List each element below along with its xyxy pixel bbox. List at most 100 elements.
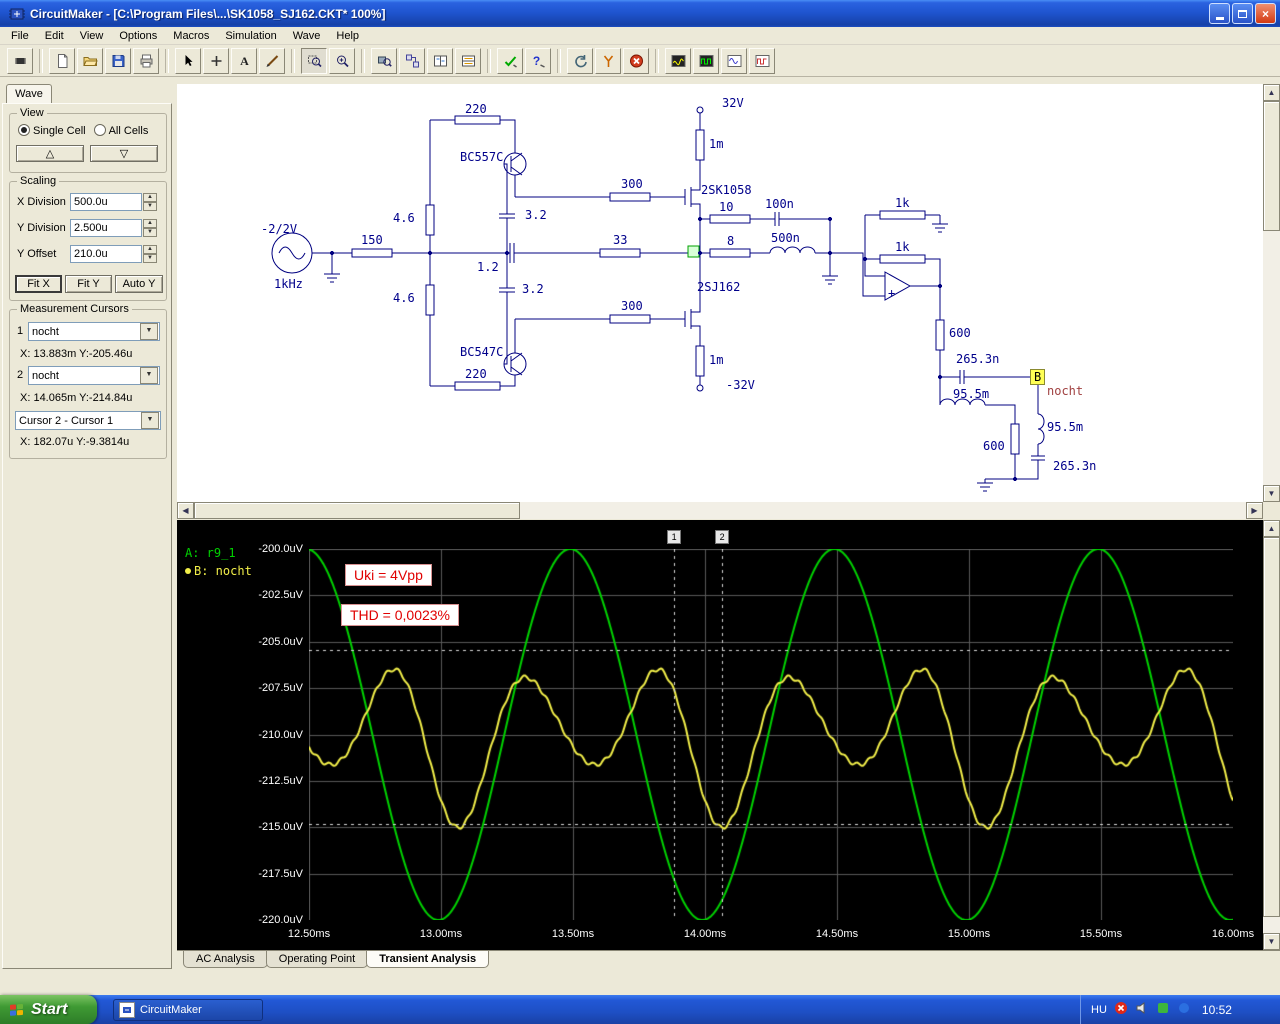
menu-view[interactable]: View	[73, 29, 111, 43]
tab-ac-analysis[interactable]: AC Analysis	[183, 951, 268, 968]
cursor-1-select[interactable]: nocht ▼	[28, 322, 160, 341]
component-label[interactable]: 8	[727, 234, 734, 248]
scroll-trace-down-button[interactable]: ▽	[90, 145, 158, 162]
menu-edit[interactable]: Edit	[38, 29, 71, 43]
spinner-up-button[interactable]: ▲	[143, 193, 157, 202]
component-label[interactable]: BC557C	[460, 150, 503, 164]
probe-b-marker[interactable]: B	[1030, 369, 1046, 385]
probe-y-icon[interactable]	[595, 47, 621, 74]
fit-x-button[interactable]: Fit X	[15, 275, 62, 293]
zoom-window-icon[interactable]	[301, 47, 327, 74]
spinner-up-button[interactable]: ▲	[143, 245, 157, 254]
scroll-left-icon[interactable]: ◀	[177, 502, 194, 519]
close-button[interactable]: ×	[1255, 3, 1276, 24]
scroll-down-icon[interactable]: ▼	[1263, 933, 1280, 950]
waveform-vertical-scrollbar[interactable]: ▲ ▼	[1263, 520, 1280, 950]
component-label[interactable]: 300	[621, 299, 643, 313]
schematic-canvas[interactable]: 220 BC557C 4.6 -2/2V 1kHz 150 1.2 3.2 3.2 300 33 30…	[177, 84, 1263, 502]
cursor-1-flag[interactable]: 1	[667, 530, 682, 544]
component-label[interactable]: 4.6	[393, 211, 415, 225]
probe-b-net-label[interactable]: nocht	[1047, 384, 1083, 398]
component-label[interactable]: 1k	[895, 240, 909, 254]
fit-y-button[interactable]: Fit Y	[65, 275, 112, 293]
menu-file[interactable]: File	[4, 29, 36, 43]
component-label[interactable]: 2SJ162	[697, 280, 740, 294]
open-folder-icon[interactable]	[77, 47, 103, 74]
component-label[interactable]: 95.5m	[953, 387, 989, 401]
menu-help[interactable]: Help	[329, 29, 366, 43]
cursor-diff-select[interactable]: Cursor 2 - Cursor 1 ▼	[15, 411, 161, 430]
language-indicator[interactable]: HU	[1091, 1004, 1107, 1016]
plus-tool-icon[interactable]	[203, 47, 229, 74]
scope-red-icon[interactable]	[749, 47, 775, 74]
clock[interactable]: 10:52	[1202, 1003, 1232, 1017]
menu-macros[interactable]: Macros	[166, 29, 216, 43]
component-label[interactable]: 1.2	[477, 260, 499, 274]
explore-icon[interactable]	[399, 47, 425, 74]
radio-all-cells[interactable]: All Cells	[93, 124, 148, 137]
scope-green-icon[interactable]	[693, 47, 719, 74]
y-offset-input[interactable]	[70, 245, 142, 263]
chevron-down-icon[interactable]: ▼	[140, 323, 158, 340]
menu-wave[interactable]: Wave	[286, 29, 328, 43]
help-probe-icon[interactable]: ?	[525, 47, 551, 74]
parts-bin-icon[interactable]	[7, 47, 33, 74]
menu-simulation[interactable]: Simulation	[218, 29, 283, 43]
scrollbar-thumb[interactable]	[1263, 101, 1280, 231]
split-horizontal-icon[interactable]	[427, 47, 453, 74]
tab-operating-point[interactable]: Operating Point	[265, 951, 369, 968]
text-tool-icon[interactable]: A	[231, 47, 257, 74]
spinner-up-button[interactable]: ▲	[143, 219, 157, 228]
split-vertical-icon[interactable]	[455, 47, 481, 74]
component-label[interactable]: 220	[465, 367, 487, 381]
find-part-icon[interactable]	[371, 47, 397, 74]
tab-transient-analysis[interactable]: Transient Analysis	[366, 951, 490, 968]
schematic-vertical-scrollbar[interactable]: ▲ ▼	[1263, 84, 1280, 502]
spinner-down-button[interactable]: ▼	[143, 254, 157, 263]
wire-tool-icon[interactable]	[259, 47, 285, 74]
cursor-2-flag[interactable]: 2	[715, 530, 730, 544]
component-label[interactable]: 600	[949, 326, 971, 340]
scroll-trace-up-button[interactable]: △	[16, 145, 84, 162]
chevron-down-icon[interactable]: ▼	[141, 412, 159, 429]
scope-yellow-icon[interactable]	[665, 47, 691, 74]
component-label[interactable]: 1m	[709, 137, 723, 151]
arrow-tool-icon[interactable]	[175, 47, 201, 74]
spinner-down-button[interactable]: ▼	[143, 228, 157, 237]
component-label[interactable]: 300	[621, 177, 643, 191]
component-label[interactable]: 265.3n	[1053, 459, 1096, 473]
component-label[interactable]: BC547C	[460, 345, 503, 359]
y-division-input[interactable]	[70, 219, 142, 237]
minimize-button[interactable]	[1209, 3, 1230, 24]
scroll-up-icon[interactable]: ▲	[1263, 520, 1280, 537]
component-label[interactable]: 95.5m	[1047, 420, 1083, 434]
component-label[interactable]: 100n	[765, 197, 794, 211]
new-document-icon[interactable]	[49, 47, 75, 74]
component-label[interactable]: 265.3n	[956, 352, 999, 366]
x-division-input[interactable]	[70, 193, 142, 211]
component-label[interactable]: 150	[361, 233, 383, 247]
scroll-up-icon[interactable]: ▲	[1263, 84, 1280, 101]
component-label[interactable]: 10	[719, 200, 733, 214]
component-label[interactable]: -2/2V	[261, 222, 297, 236]
title-bar[interactable]: CircuitMaker - [C:\Program Files\...\SK1…	[0, 0, 1280, 27]
tab-wave[interactable]: Wave	[6, 84, 52, 105]
scroll-down-icon[interactable]: ▼	[1263, 485, 1280, 502]
component-label[interactable]: 2SK1058	[701, 183, 752, 197]
component-label[interactable]: 1k	[895, 196, 909, 210]
component-label[interactable]: 3.2	[525, 208, 547, 222]
scrollbar-thumb[interactable]	[1263, 537, 1280, 917]
scrollbar-thumb[interactable]	[194, 502, 520, 519]
radio-single-cell[interactable]: Single Cell	[18, 124, 86, 137]
volume-icon[interactable]	[1135, 1001, 1149, 1018]
status-green-icon[interactable]	[1156, 1001, 1170, 1018]
schematic-horizontal-scrollbar[interactable]: ◀ ▶	[177, 502, 1263, 519]
component-label[interactable]: 33	[613, 233, 627, 247]
cursor-2-select[interactable]: nocht ▼	[28, 366, 160, 385]
component-label[interactable]: -32V	[726, 378, 755, 392]
menu-options[interactable]: Options	[112, 29, 164, 43]
start-button[interactable]: Start	[0, 995, 97, 1024]
save-icon[interactable]	[105, 47, 131, 74]
auto-y-button[interactable]: Auto Y	[115, 275, 163, 293]
component-label[interactable]: 1m	[709, 353, 723, 367]
